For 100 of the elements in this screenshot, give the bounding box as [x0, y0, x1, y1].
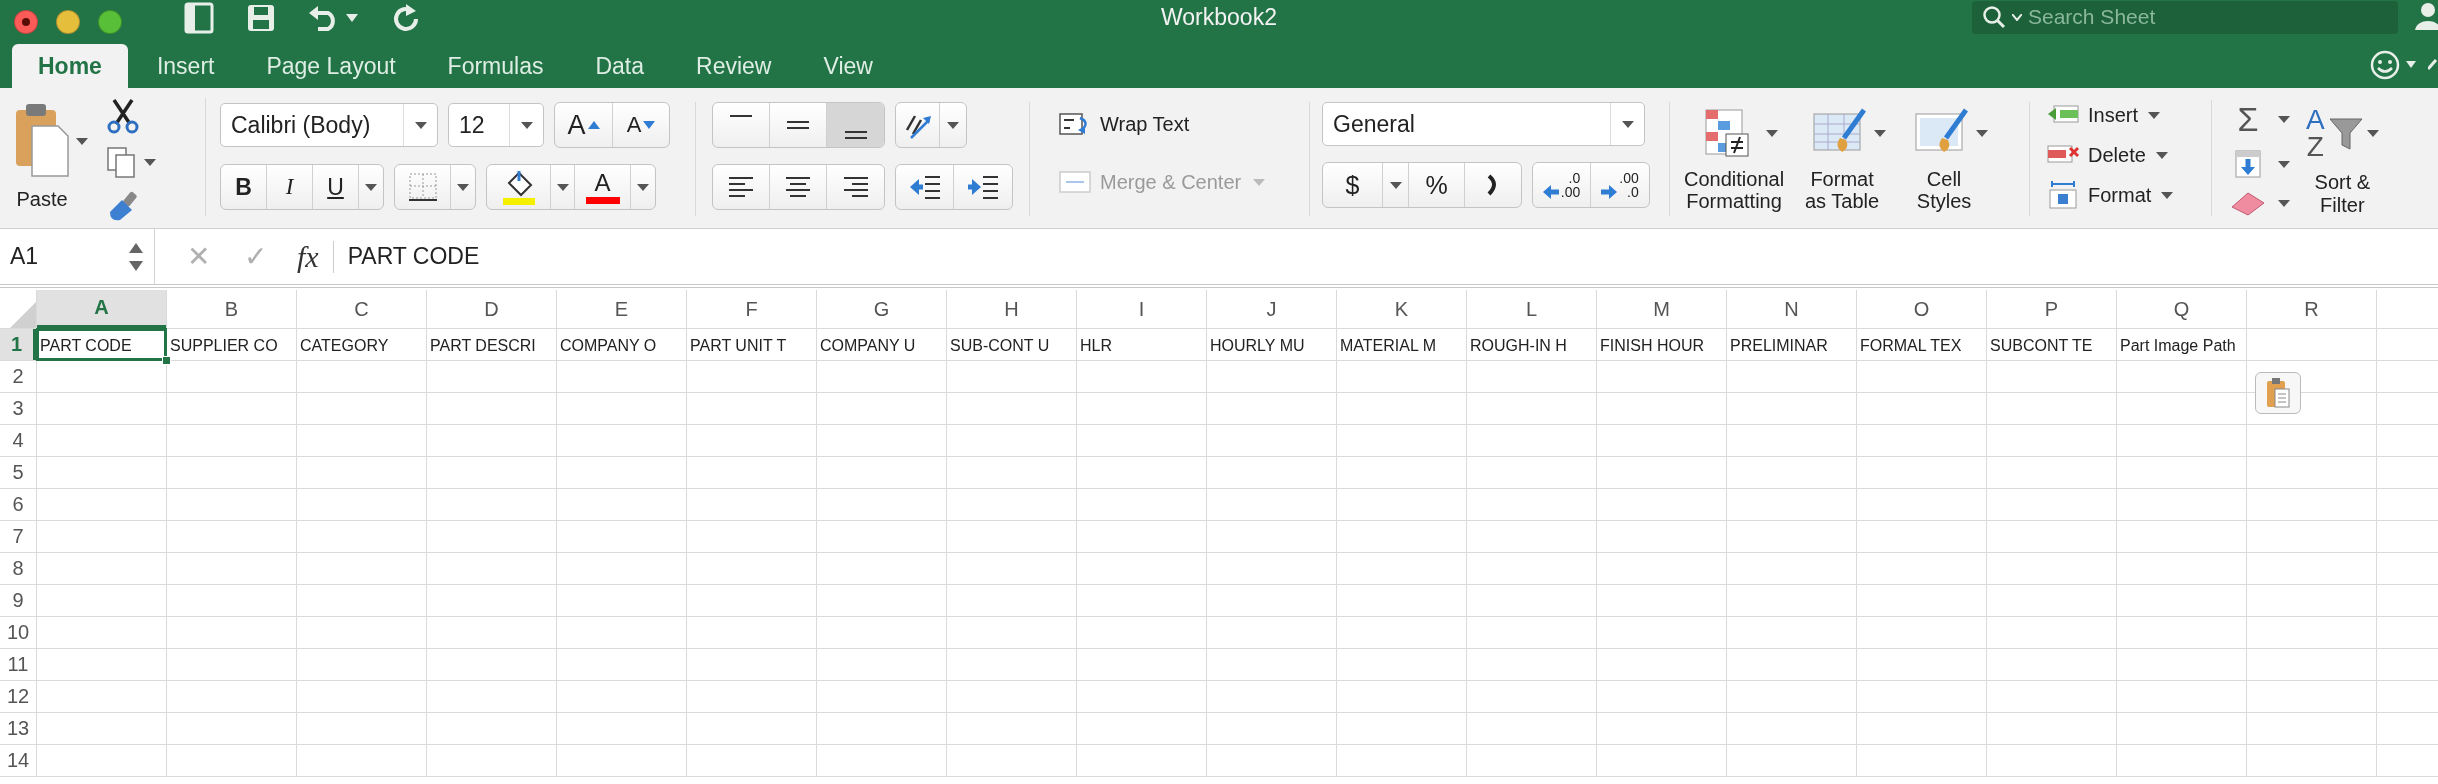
caret-icon: [414, 121, 427, 129]
table-cell[interactable]: SUBCONT TE: [1987, 329, 2117, 360]
align-bottom-button[interactable]: [827, 103, 884, 147]
search-field[interactable]: Search Sheet: [1972, 0, 2398, 34]
window-title: Workbook2: [1161, 3, 1277, 31]
lines-icon: [844, 131, 867, 139]
clipboard-icon: [14, 102, 70, 178]
format-as-table-button[interactable]: Format as Table: [1798, 102, 1887, 213]
table-cell[interactable]: PART DESCRI: [427, 329, 557, 360]
shrink-font-button[interactable]: A: [613, 103, 669, 147]
increase-decimal-button[interactable]: .0 .00: [1533, 163, 1591, 207]
caret-icon: [637, 183, 649, 191]
caret-icon: [1389, 181, 1402, 189]
tab[interactable]: Home: [12, 44, 128, 88]
tab[interactable]: Data: [572, 44, 668, 88]
copy-icon: [106, 146, 136, 178]
table-cell[interactable]: FORMAL TEX: [1857, 329, 1987, 360]
italic-button[interactable]: I: [267, 165, 313, 209]
caret-icon: [520, 121, 533, 129]
table-cell[interactable]: Part Image Path: [2117, 329, 2377, 360]
caret-icon[interactable]: [2278, 199, 2290, 207]
caret-icon: [1976, 129, 1989, 137]
close-button[interactable]: [14, 10, 38, 34]
table-cell[interactable]: HOURLY MU: [1207, 329, 1337, 360]
formula-value: PART CODE: [347, 243, 480, 270]
table-cell[interactable]: FINISH HOUR: [1597, 329, 1727, 360]
minimize-button[interactable]: [56, 10, 80, 34]
percent-button[interactable]: %: [1409, 163, 1465, 207]
caret-icon: [947, 121, 959, 129]
table-cell[interactable]: COMPANY U: [817, 329, 947, 360]
cell-styles-button[interactable]: Cell Styles: [1900, 102, 1989, 213]
caret-icon: [2366, 130, 2379, 138]
caret-icon: [556, 183, 569, 191]
table-cell[interactable]: HLR: [1077, 329, 1207, 360]
table-cell[interactable]: PART CODE: [37, 329, 166, 360]
lines-icon: [730, 115, 752, 117]
table-cell[interactable]: ROUGH-IN H: [1467, 329, 1597, 360]
merge-icon: [1058, 168, 1092, 196]
funnel-icon: [2328, 116, 2363, 151]
name-box[interactable]: A1: [0, 229, 155, 284]
conditional-formatting-button[interactable]: Conditional Formatting: [1684, 102, 1785, 213]
table-cell[interactable]: PART UNIT T: [687, 329, 817, 360]
table-cell[interactable]: PRELIMINAR: [1727, 329, 1857, 360]
grow-font-button[interactable]: A: [555, 103, 613, 147]
caret-icon: [365, 183, 377, 191]
caret-icon[interactable]: [2161, 191, 2174, 199]
table-cell[interactable]: COMPANY O: [557, 329, 687, 360]
caret-icon[interactable]: [2278, 160, 2290, 168]
table-cell[interactable]: CATEGORY: [297, 329, 427, 360]
caret-icon: [2406, 61, 2416, 68]
tab[interactable]: Insert: [133, 44, 238, 88]
caret-icon: [1253, 178, 1266, 186]
outdent-icon: [908, 174, 941, 200]
delete-cells-button[interactable]: Delete: [2046, 140, 2146, 170]
font-name-dropdown[interactable]: Calibri (Body): [220, 103, 438, 147]
insert-function-button[interactable]: fx: [297, 239, 319, 274]
lines-icon: [729, 177, 753, 197]
caret-icon[interactable]: [2148, 111, 2161, 119]
font-size-dropdown[interactable]: 12: [448, 103, 544, 147]
underline-button[interactable]: U: [313, 165, 359, 209]
caret-icon[interactable]: [2278, 116, 2290, 123]
triangle-down-icon: [643, 121, 656, 129]
wrap-text-button[interactable]: Wrap Text: [1058, 110, 1309, 138]
close-icon: [22, 18, 30, 26]
sort-filter-button[interactable]: A Z Sort & Filter: [2306, 100, 2379, 216]
table-cell[interactable]: SUPPLIER CO: [167, 329, 297, 360]
decrease-decimal-button[interactable]: .00 .0: [1591, 163, 1649, 207]
comma-icon: [1487, 174, 1499, 196]
search-input[interactable]: Search Sheet: [2026, 4, 2366, 30]
bold-button[interactable]: B: [221, 165, 267, 209]
select-all-icon: [10, 302, 36, 328]
currency-button[interactable]: $: [1323, 163, 1383, 207]
autosum-button[interactable]: Σ: [2228, 100, 2268, 139]
redo-icon: [392, 3, 420, 33]
tab[interactable]: Formulas: [424, 44, 567, 88]
caret-icon[interactable]: [144, 158, 156, 166]
number-format-dropdown[interactable]: General: [1322, 102, 1645, 146]
caret-icon: [2012, 13, 2022, 21]
column-header[interactable]: A: [37, 290, 166, 328]
arrow-right-icon: [1601, 185, 1618, 199]
caret-icon: [457, 183, 469, 191]
save-icon: [246, 3, 276, 33]
table-cell[interactable]: SUB-CONT U: [947, 329, 1077, 360]
caret-icon[interactable]: [2155, 151, 2168, 159]
format-cells-button[interactable]: Format: [2046, 180, 2152, 210]
insert-cells-button[interactable]: Insert: [2046, 100, 2139, 130]
tab[interactable]: View: [800, 44, 896, 88]
tab[interactable]: Review: [673, 44, 795, 88]
indent-icon: [967, 174, 999, 200]
paste-button[interactable]: Paste: [14, 102, 70, 216]
borders-icon: [407, 172, 438, 202]
table-cell[interactable]: MATERIAL M: [1337, 329, 1467, 360]
lines-icon: [787, 121, 809, 129]
triangle-up-icon: [587, 121, 600, 129]
paste-options-button[interactable]: [2255, 372, 2301, 414]
lines-icon: [786, 177, 810, 197]
fill-handle[interactable]: [162, 356, 171, 365]
row-header[interactable]: 1: [0, 329, 36, 360]
tab[interactable]: Page Layout: [243, 44, 419, 88]
caret-icon[interactable]: [76, 138, 88, 145]
